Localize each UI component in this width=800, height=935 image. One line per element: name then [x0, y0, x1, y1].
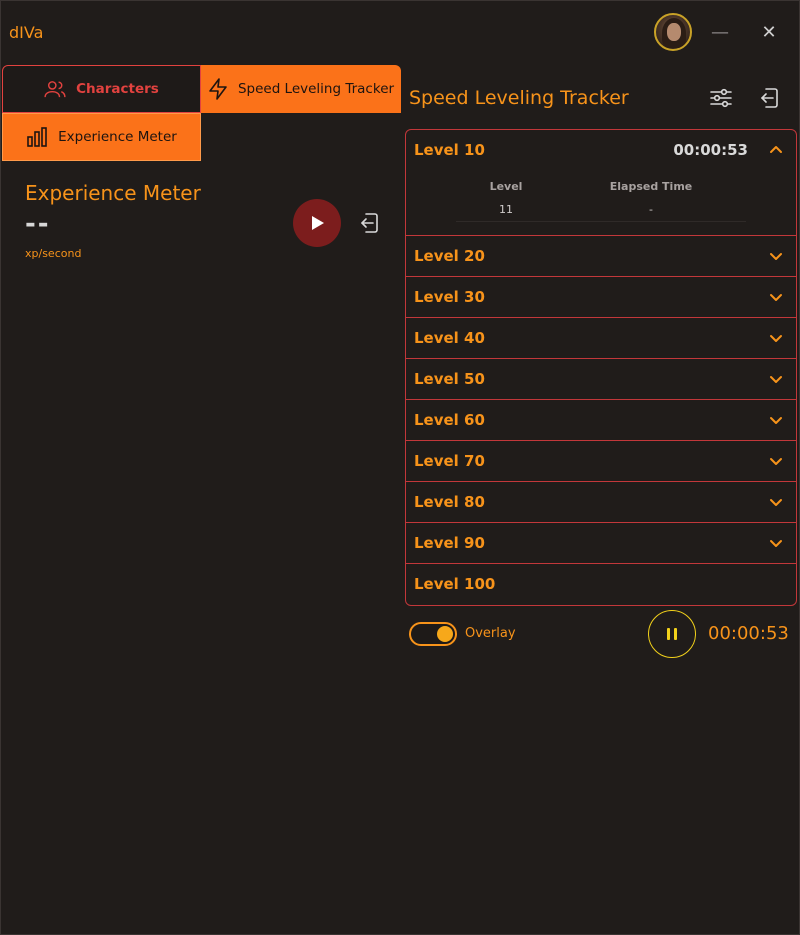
accordion-item-level-40: Level 40	[406, 318, 796, 359]
level-label: Level 20	[414, 247, 485, 265]
tab-speed-leveling-tracker[interactable]: Speed Leveling Tracker	[201, 65, 401, 113]
accordion-header[interactable]: Level 20	[406, 236, 796, 276]
users-icon	[44, 81, 66, 98]
accordion-header[interactable]: Level 80	[406, 482, 796, 522]
exit-icon[interactable]	[357, 210, 383, 236]
chevron-down-icon[interactable]	[768, 412, 784, 428]
accordion-header[interactable]: Level 90	[406, 523, 796, 563]
accordion-item-level-80: Level 80	[406, 482, 796, 523]
play-icon	[312, 216, 324, 230]
level-split-table: Level Elapsed Time 11 -	[456, 174, 746, 222]
chevron-up-icon[interactable]	[768, 142, 784, 158]
accordion-header[interactable]: Level 40	[406, 318, 796, 358]
speed-tracker-title: Speed Leveling Tracker	[409, 87, 629, 109]
tab-characters[interactable]: Characters	[2, 65, 201, 113]
accordion-item-level-10: Level 10 00:00:53 Level Elapsed Time 11 …	[406, 130, 796, 236]
minimize-icon[interactable]: —	[708, 21, 732, 45]
accordion-item-level-90: Level 90	[406, 523, 796, 564]
close-icon[interactable]: ✕	[757, 21, 781, 45]
character-avatar[interactable]	[654, 13, 692, 51]
app-window: dIVa — ✕ Characters Speed Leveling Track…	[0, 0, 800, 935]
app-title: dIVa	[9, 23, 44, 42]
level-time: 00:00:53	[673, 141, 748, 159]
level-label: Level 60	[414, 411, 485, 429]
level-label: Level 70	[414, 452, 485, 470]
level-label: Level 30	[414, 288, 485, 306]
level-label: Level 90	[414, 534, 485, 552]
toggle-knob	[437, 626, 453, 642]
accordion-item-level-30: Level 30	[406, 277, 796, 318]
title-bar: dIVa — ✕	[1, 1, 800, 63]
total-elapsed-time: 00:00:53	[708, 623, 789, 644]
chevron-down-icon[interactable]	[768, 371, 784, 387]
tab-experience-label: Experience Meter	[58, 129, 177, 145]
column-header-elapsed-time: Elapsed Time	[609, 179, 693, 193]
column-header-level: Level	[489, 179, 523, 193]
play-button[interactable]	[293, 199, 341, 247]
experience-value: --	[25, 209, 51, 239]
chevron-down-icon[interactable]	[768, 330, 784, 346]
table-cell-elapsed: -	[649, 203, 653, 216]
accordion-header[interactable]: Level 10 00:00:53	[406, 130, 796, 170]
accordion-header[interactable]: Level 60	[406, 400, 796, 440]
tab-speed-label: Speed Leveling Tracker	[237, 81, 395, 97]
accordion-header[interactable]: Level 70	[406, 441, 796, 481]
accordion-item-level-70: Level 70	[406, 441, 796, 482]
accordion-header[interactable]: Level 30	[406, 277, 796, 317]
accordion-item-level-60: Level 60	[406, 400, 796, 441]
accordion-body: Level Elapsed Time 11 -	[406, 170, 796, 235]
level-label: Level 80	[414, 493, 485, 511]
experience-meter-title: Experience Meter	[25, 181, 201, 205]
level-label: Level 50	[414, 370, 485, 388]
accordion-header: Level 100	[406, 564, 796, 604]
chevron-down-icon[interactable]	[768, 494, 784, 510]
table-cell-level: 11	[499, 203, 513, 216]
pause-icon	[667, 628, 677, 640]
level-accordion: Level 10 00:00:53 Level Elapsed Time 11 …	[405, 129, 797, 606]
level-label: Level 10	[414, 141, 485, 159]
chevron-down-icon[interactable]	[768, 535, 784, 551]
experience-unit: xp/second	[25, 247, 82, 260]
level-label: Level 40	[414, 329, 485, 347]
accordion-item-level-20: Level 20	[406, 236, 796, 277]
exit-icon[interactable]	[757, 85, 783, 111]
pause-button[interactable]	[648, 610, 696, 658]
chevron-down-icon[interactable]	[768, 248, 784, 264]
overlay-label: Overlay	[465, 626, 516, 641]
overlay-toggle[interactable]	[409, 622, 457, 646]
accordion-item-level-50: Level 50	[406, 359, 796, 400]
accordion-item-level-100: Level 100	[406, 564, 796, 604]
lightning-icon	[209, 78, 227, 100]
chevron-down-icon[interactable]	[768, 289, 784, 305]
table-row: 11 -	[456, 198, 746, 222]
tab-characters-label: Characters	[76, 81, 159, 97]
level-label: Level 100	[414, 575, 496, 593]
tab-experience-meter[interactable]: Experience Meter	[2, 113, 201, 161]
sliders-icon[interactable]	[708, 85, 734, 111]
accordion-header[interactable]: Level 50	[406, 359, 796, 399]
table-header-row: Level Elapsed Time	[456, 174, 746, 198]
bar-chart-icon	[27, 127, 47, 147]
chevron-down-icon[interactable]	[768, 453, 784, 469]
